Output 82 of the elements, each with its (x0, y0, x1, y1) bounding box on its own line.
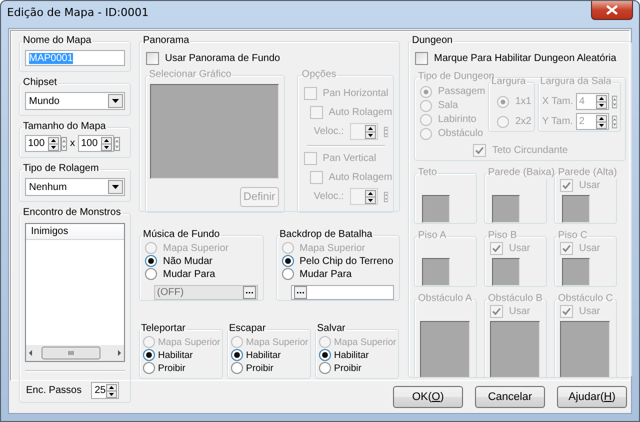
speed-label: Veloc.: (314, 191, 344, 202)
group-label: Largura da Sala (539, 76, 612, 88)
browse-field[interactable] (290, 285, 394, 300)
checkmark-icon (562, 306, 571, 316)
checkmark-icon (492, 244, 501, 252)
enemy-list[interactable]: Inimigos (25, 223, 125, 362)
group-label: Parede (Alta) (557, 167, 618, 179)
group-label: Piso C (557, 230, 588, 242)
dialog-button[interactable]: Ajudar(H) (557, 386, 627, 408)
group-label: Teto (417, 167, 438, 179)
radio-button[interactable]: Habilitar (231, 349, 281, 361)
tile-preview (560, 321, 610, 377)
group-label: Parede (Baixa) (487, 167, 556, 179)
spin-buttons[interactable] (48, 136, 59, 150)
column-header[interactable]: Inimigos (26, 224, 124, 240)
group-label: Tipo de Rolagem (22, 163, 100, 175)
checkmark-icon (492, 306, 501, 316)
close-button[interactable] (591, 1, 633, 20)
group-label: Escapar (228, 323, 267, 335)
browse-button[interactable] (294, 286, 306, 299)
map-name-field[interactable]: MAP0001 (25, 50, 125, 66)
radio-button[interactable]: Pelo Chip do Terreno (282, 255, 394, 267)
group-label: Backdrop de Batalha (278, 229, 374, 241)
dialog-button[interactable]: OK(O) (393, 386, 463, 408)
tile-preview (492, 258, 520, 286)
group-label: Música de Fundo (142, 229, 221, 241)
group-label: Salvar (316, 323, 346, 335)
tile-preview (422, 195, 450, 223)
group-label: Obstáculo A (417, 293, 473, 305)
width-field[interactable]: 100 (25, 135, 61, 152)
group-label: Opções (300, 69, 338, 81)
steps-label: Enc. Passos (26, 385, 82, 396)
steps-field[interactable]: 25 (90, 382, 119, 399)
group-label: Chipset (22, 77, 58, 89)
group-label: Teleportar (140, 323, 186, 335)
x-size-label: X Tam. (542, 96, 574, 107)
tile-preview (422, 258, 450, 286)
tile-preview (420, 321, 470, 377)
spin-grip-icon[interactable] (612, 114, 617, 128)
spin-grip-icon[interactable] (114, 136, 120, 150)
tile-preview (562, 258, 590, 286)
spin-buttons[interactable] (596, 94, 607, 108)
close-icon (606, 5, 618, 15)
radio-button[interactable]: Proibir (143, 362, 186, 374)
tile-preview (562, 195, 590, 223)
group-label: Obstáculo B (487, 293, 544, 305)
checkmark-icon (562, 180, 571, 190)
chipset-dropdown[interactable]: Mundo (25, 92, 125, 110)
y-size-label: Y Tam. (542, 116, 573, 127)
group-label: Tamanho do Mapa (22, 121, 107, 133)
group-label: Piso B (487, 230, 518, 242)
scroll-type-dropdown[interactable]: Nenhum (25, 178, 125, 196)
speed-label: Veloc.: (314, 126, 344, 137)
height-field[interactable]: 100 (78, 135, 114, 152)
tile-preview (490, 321, 540, 377)
radio-button[interactable]: Mudar Para (282, 268, 394, 280)
radio-button[interactable]: Habilitar (319, 349, 369, 361)
radio-button[interactable]: Proibir (231, 362, 274, 374)
spin-grip-icon[interactable] (61, 136, 67, 150)
size-separator: x (70, 138, 75, 149)
radio-button[interactable]: Proibir (319, 362, 362, 374)
radio-button[interactable]: Habilitar (143, 349, 193, 361)
radio-button[interactable]: Não Mudar (145, 255, 258, 267)
group-label: Encontro de Monstros (22, 207, 122, 219)
group-label: Panorama (142, 35, 190, 47)
group-label: Nome do Mapa (22, 35, 92, 47)
window-title: Edição de Mapa - ID:0001 (7, 6, 149, 19)
tile-preview (492, 195, 520, 223)
checkmark-icon (562, 244, 571, 252)
spin-buttons[interactable] (106, 384, 117, 398)
spin-grip-icon[interactable] (612, 94, 617, 108)
dialog-button[interactable]: Cancelar (475, 386, 545, 408)
radio-button[interactable]: Mudar Para (145, 268, 258, 280)
checkbox[interactable]: Usar Panorama de Fundo (146, 51, 394, 66)
group-label: Piso A (417, 230, 448, 242)
checkmark-icon (475, 146, 484, 155)
group-label: Dungeon (411, 36, 454, 47)
horizontal-scrollbar[interactable] (26, 345, 124, 361)
group-label: Obstáculo C (557, 293, 614, 305)
spin-buttons[interactable] (596, 114, 607, 128)
group-label: Selecionar Gráfico (148, 69, 232, 81)
spin-buttons[interactable] (101, 136, 112, 150)
